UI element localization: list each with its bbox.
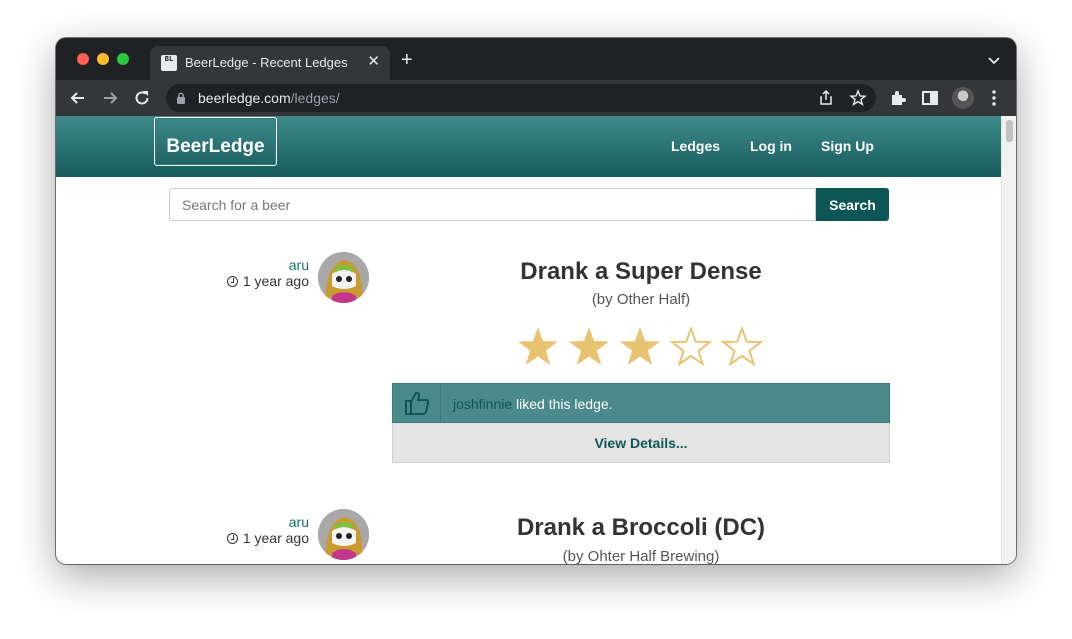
tab-strip: BL BeerLedge - Recent Ledges ✕ +: [56, 38, 1016, 80]
like-message: joshfinnie liked this ledge.: [453, 396, 613, 412]
search-form: Search: [169, 188, 889, 221]
ledge-beer-title[interactable]: Drank a Broccoli (DC): [392, 514, 890, 542]
url-path: /ledges/: [290, 90, 340, 106]
star-empty-icon: [721, 326, 763, 366]
like-username-link[interactable]: joshfinnie: [453, 396, 512, 412]
close-window-button[interactable]: [77, 53, 89, 65]
view-details-link[interactable]: View Details...: [594, 435, 687, 451]
like-bar: joshfinnie liked this ledge.: [392, 383, 890, 423]
new-tab-button[interactable]: +: [401, 50, 413, 70]
star-empty-icon: [670, 326, 712, 366]
sidebar-icon[interactable]: [920, 88, 940, 108]
thumbs-up-icon: [405, 391, 430, 415]
ledge-username-link[interactable]: aru: [289, 257, 309, 273]
extensions-icon[interactable]: [888, 88, 908, 108]
star-filled-icon: [569, 327, 609, 365]
star-filled-icon: [620, 327, 660, 365]
tab-search-chevron-icon[interactable]: [988, 54, 1000, 66]
page-scrollbar[interactable]: [1001, 116, 1016, 564]
browser-tab[interactable]: BL BeerLedge - Recent Ledges ✕: [150, 46, 390, 80]
user-avatar[interactable]: [318, 509, 369, 560]
favicon-icon: BL: [161, 55, 177, 71]
minimize-window-button[interactable]: [97, 53, 109, 65]
rating-stars: [517, 326, 767, 366]
url-text: beerledge.com/ledges/: [198, 90, 340, 106]
nav-signup-link[interactable]: Sign Up: [821, 138, 874, 154]
scrollbar-thumb[interactable]: [1006, 120, 1013, 142]
ledge-beer-title[interactable]: Drank a Super Dense: [392, 258, 890, 286]
ledge-brewery: (by Ohter Half Brewing): [562, 548, 720, 564]
like-button[interactable]: [393, 384, 441, 422]
back-icon[interactable]: [68, 88, 88, 108]
avatar-image: [318, 252, 369, 303]
browser-window: BL BeerLedge - Recent Ledges ✕ + beerled…: [56, 38, 1016, 564]
like-message-text: liked this ledge.: [512, 396, 613, 412]
ledge-brewery: (by Other Half): [591, 291, 691, 308]
user-avatar[interactable]: [318, 252, 369, 303]
nav-login-link[interactable]: Log in: [750, 138, 792, 154]
menu-icon[interactable]: [984, 88, 1004, 108]
reload-icon[interactable]: [132, 88, 152, 108]
avatar-image: [318, 509, 369, 560]
clock-icon: [226, 533, 238, 544]
lock-icon: [177, 92, 185, 104]
view-details-bar[interactable]: View Details...: [392, 423, 890, 463]
ledge-timestamp: 1 year ago: [226, 530, 309, 546]
page-viewport: BeerLedge Ledges Log in Sign Up Search a…: [56, 116, 1016, 564]
site-navbar: BeerLedge Ledges Log in Sign Up: [56, 116, 1001, 177]
clock-icon: [226, 276, 238, 287]
maximize-window-button[interactable]: [117, 53, 129, 65]
bookmark-star-icon[interactable]: [849, 89, 867, 107]
forward-icon[interactable]: [100, 88, 120, 108]
address-bar[interactable]: beerledge.com/ledges/: [166, 84, 876, 112]
ledge-time-text: 1 year ago: [242, 273, 309, 289]
tab-title: BeerLedge - Recent Ledges: [185, 55, 348, 70]
search-button[interactable]: Search: [816, 188, 889, 221]
brand-logo-link[interactable]: BeerLedge: [154, 117, 277, 166]
close-tab-icon[interactable]: ✕: [367, 54, 380, 70]
url-host: beerledge.com: [198, 90, 291, 106]
nav-ledges-link[interactable]: Ledges: [671, 138, 720, 154]
share-icon[interactable]: [817, 89, 835, 107]
ledge-time-text: 1 year ago: [242, 530, 309, 546]
ledge-username-link[interactable]: aru: [289, 514, 309, 530]
beer-search-input[interactable]: [169, 188, 816, 221]
browser-toolbar: beerledge.com/ledges/: [56, 80, 1016, 116]
profile-avatar[interactable]: [952, 87, 974, 109]
star-filled-icon: [518, 327, 558, 365]
ledge-timestamp: 1 year ago: [226, 273, 309, 289]
